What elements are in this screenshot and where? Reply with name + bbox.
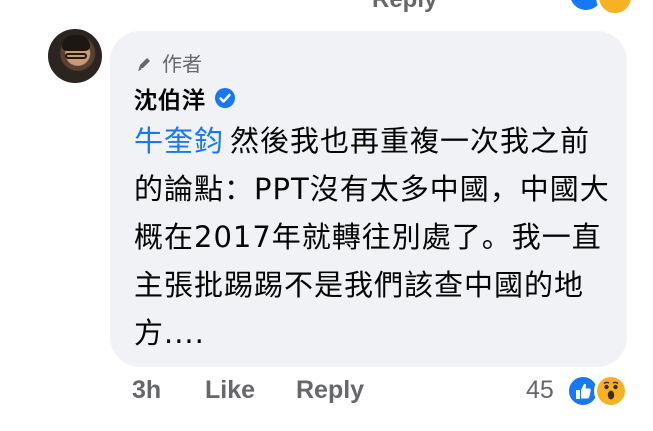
mention-link[interactable]: 牛奎鈞 — [134, 124, 224, 158]
pencil-icon — [136, 54, 154, 72]
wow-face-icon[interactable] — [594, 374, 628, 408]
reaction-count[interactable]: 45 — [526, 376, 554, 405]
comment-bubble: 作者 沈伯洋 牛奎鈞 然後我也再重複一次我之前的論點：PPT沒有太多中國，中國大概… — [110, 31, 627, 367]
verified-badge-icon — [214, 87, 236, 109]
previous-comment-actions: Reply — [0, 0, 653, 16]
author-badge: 作者 — [136, 48, 202, 77]
author-name[interactable]: 沈伯洋 — [134, 81, 206, 115]
facebook-comment-page: Reply 作者 沈伯洋 — [0, 0, 653, 431]
reply-button[interactable]: Reply — [296, 376, 364, 405]
avatar-glasses — [65, 53, 87, 59]
author-name-row: 沈伯洋 — [134, 81, 236, 115]
author-badge-label: 作者 — [162, 52, 202, 76]
comment-text: 牛奎鈞 然後我也再重複一次我之前的論點：PPT沒有太多中國，中國大概在2017年就… — [134, 117, 610, 357]
previous-wow-reaction-icon[interactable] — [596, 0, 634, 16]
author-avatar[interactable] — [48, 29, 102, 83]
avatar-hair — [62, 35, 90, 51]
previous-reply-button[interactable]: Reply — [372, 0, 437, 14]
comment-time[interactable]: 3h — [132, 376, 161, 405]
comment-actions: 3h Like Reply 45 — [0, 374, 653, 416]
like-button[interactable]: Like — [205, 376, 255, 405]
